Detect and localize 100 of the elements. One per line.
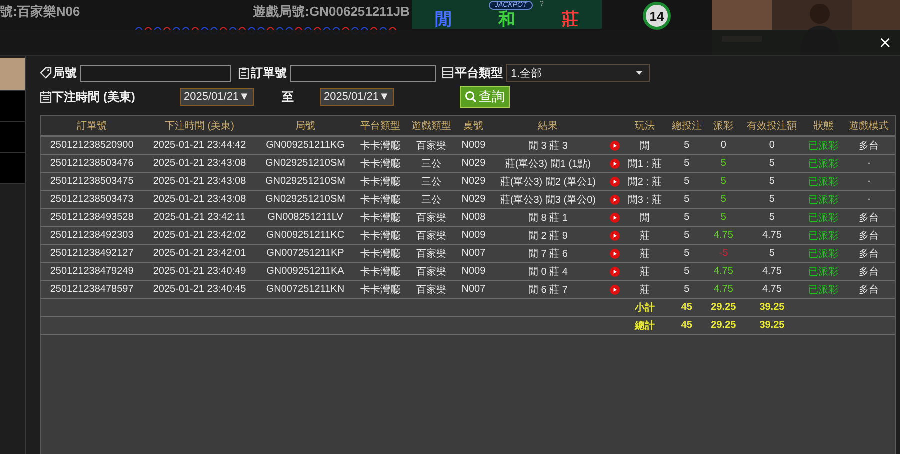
table-cell: 4.75 (714, 230, 734, 241)
countdown: 14 (643, 2, 671, 30)
play-icon[interactable] (610, 266, 620, 276)
table-cell: N007 (462, 284, 486, 295)
platform-label: 平台類型 (455, 64, 503, 82)
column-header: 遊戲模式 (849, 120, 890, 132)
column-header: 下注時間 (美東) (165, 120, 234, 132)
play-icon[interactable] (610, 212, 620, 222)
table-cell: 已派彩 (808, 266, 839, 278)
table-cell: 5 (684, 158, 690, 169)
table-cell: 多台 (859, 212, 880, 224)
table-cell: 250121238492127 (50, 248, 134, 259)
column-header: 遊戲類型 (412, 120, 452, 132)
table-cell: 5 (720, 176, 726, 187)
table-cell: 5 (720, 212, 726, 223)
table-cell: N029 (462, 176, 486, 187)
table-cell: 卡卡灣廳 (360, 140, 400, 152)
table-cell: 多台 (859, 140, 880, 152)
date-from-select[interactable]: 2025/01/21▼ (180, 88, 254, 106)
table-cell: 閒 (640, 140, 650, 152)
table-cell: 閒 7 莊 6 (528, 248, 568, 260)
date-to-select[interactable]: 2025/01/21▼ (320, 88, 394, 106)
play-icon[interactable] (610, 140, 620, 150)
table-cell: 2025-01-21 23:43:08 (153, 158, 246, 169)
play-icon[interactable] (610, 158, 620, 168)
table-cell: 250121238520900 (50, 140, 134, 151)
table-cell: GN009251211KC (266, 230, 345, 241)
table-cell: 多台 (859, 284, 880, 296)
table-cell: 2025-01-21 23:40:49 (153, 266, 246, 277)
total-cell: 29.25 (711, 320, 736, 331)
table-cell: GN007251211KP (266, 248, 344, 259)
table-cell: 多台 (859, 248, 880, 260)
table-cell: 5 (684, 194, 690, 205)
table-cell: 莊(單公3) 閒1 (1點) (505, 158, 591, 170)
calendar-icon (40, 91, 52, 103)
sidebar-tab[interactable] (0, 58, 25, 91)
table-name: 號:百家樂N06 (0, 3, 80, 21)
table-cell: 閒 0 莊 4 (528, 266, 568, 278)
table-cell: 百家樂 (416, 140, 447, 152)
table-cell: 2025-01-21 23:42:01 (153, 248, 246, 259)
table-cell: 卡卡灣廳 (360, 194, 400, 206)
table-cell: 5 (769, 212, 775, 223)
table-cell: 百家樂 (416, 284, 447, 296)
bet-option[interactable]: 莊 (562, 11, 579, 29)
round-field[interactable] (80, 64, 231, 82)
search-button[interactable]: 查詢 (460, 86, 510, 108)
close-button[interactable]: × (876, 33, 894, 52)
table-cell: GN029251210SM (265, 194, 346, 205)
search-icon (464, 91, 477, 103)
table-cell: 卡卡灣廳 (360, 266, 400, 278)
table-cell: 閒3 : 莊 (628, 194, 662, 206)
play-icon[interactable] (610, 194, 620, 204)
table-cell: 5 (769, 158, 775, 169)
table-cell: 閒 3 莊 3 (528, 140, 568, 152)
tag-icon (40, 67, 52, 79)
total-cell: 39.25 (760, 302, 785, 313)
table-cell: 250121238493528 (50, 212, 134, 223)
total-cell: 39.25 (760, 320, 785, 331)
table-cell: 已派彩 (808, 284, 839, 296)
table-cell: 閒 (640, 212, 650, 224)
column-header: 狀態 (814, 120, 834, 132)
table-cell: 莊 (640, 284, 650, 296)
table-cell: GN029251210SM (265, 158, 346, 169)
to-label: 至 (282, 88, 294, 106)
table-cell: 百家樂 (416, 266, 447, 278)
table-cell: 5 (684, 266, 690, 277)
play-icon[interactable] (610, 176, 620, 186)
table-cell: 5 (769, 248, 775, 259)
table-cell: 卡卡灣廳 (360, 158, 400, 170)
column-header: 結果 (538, 120, 558, 132)
table-cell: 卡卡灣廳 (360, 176, 400, 188)
table-cell: 閒1 : 莊 (628, 158, 662, 170)
bet-option[interactable]: 和 (498, 11, 516, 29)
play-icon[interactable] (610, 248, 620, 258)
time-label: 下注時間 (美東) (52, 88, 136, 106)
table-cell: N009 (462, 230, 486, 241)
table-cell: 250121238492303 (50, 230, 134, 241)
play-icon[interactable] (610, 230, 620, 240)
column-header: 總投注 (672, 120, 702, 132)
column-header: 局號 (295, 120, 316, 132)
play-icon[interactable] (610, 284, 620, 294)
table-cell: 0 (720, 140, 726, 151)
platform-select[interactable]: 1.全部 (506, 64, 650, 82)
table-cell: 250121238478597 (50, 284, 134, 295)
table-cell: 已派彩 (808, 176, 839, 188)
table-cell: 莊 (640, 266, 650, 278)
table-cell: 5 (720, 194, 726, 205)
table-cell: 5 (684, 230, 690, 241)
table-cell: - (868, 158, 871, 169)
list-icon (442, 67, 454, 79)
table-cell: 閒 2 莊 9 (528, 230, 568, 242)
table-cell: 4.75 (714, 266, 734, 277)
table-cell: GN007251211KN (266, 284, 345, 295)
column-header: 派彩 (714, 120, 734, 132)
order-field[interactable] (290, 64, 436, 82)
table-cell: 閒 6 莊 7 (528, 284, 568, 296)
table-cell: 4.75 (762, 230, 782, 241)
table-cell: 0 (769, 140, 775, 151)
total-cell: 29.25 (711, 302, 736, 313)
table-cell: 5 (684, 140, 690, 151)
